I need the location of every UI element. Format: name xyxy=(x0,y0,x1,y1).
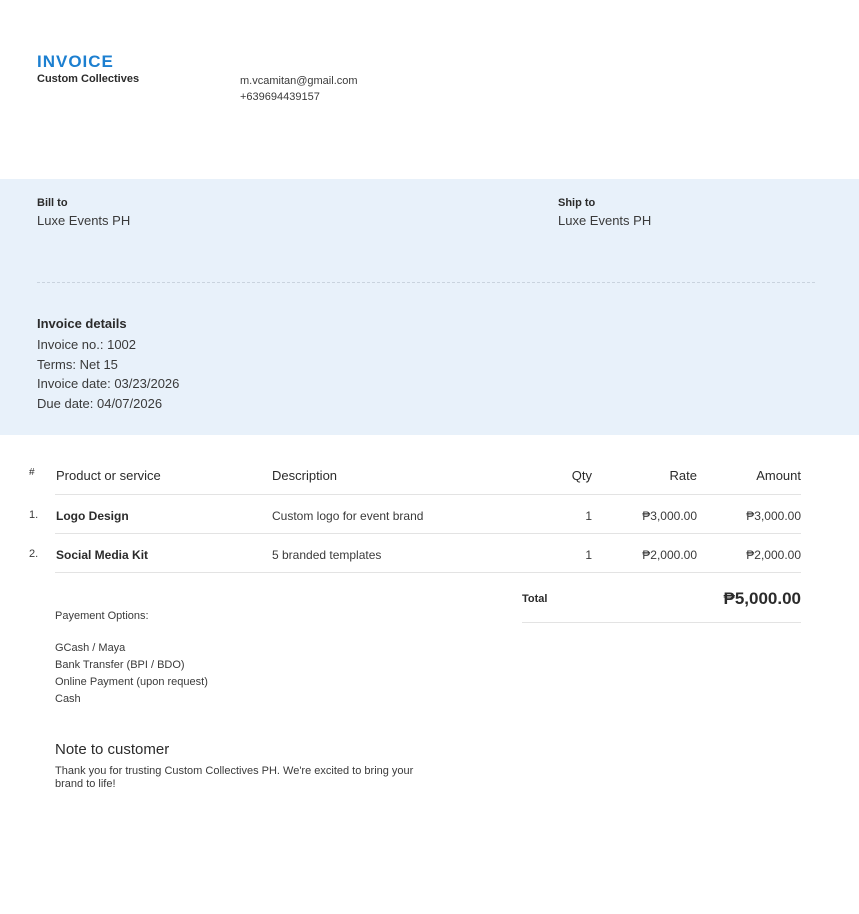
ship-to-block: Ship to Luxe Events PH xyxy=(558,197,651,228)
table-row: 2. Social Media Kit 5 branded templates … xyxy=(29,534,801,573)
row-rate: ₱2,000.00 xyxy=(642,548,697,562)
row-qty: 1 xyxy=(585,548,592,562)
header-description: Description xyxy=(272,468,338,483)
payment-option: Online Payment (upon request) xyxy=(55,676,208,688)
header-number: # xyxy=(29,467,35,478)
bill-to-label: Bill to xyxy=(37,197,68,209)
customer-note: Note to customer Thank you for trusting … xyxy=(55,741,425,791)
row-number: 1. xyxy=(29,509,39,521)
header-rate: Rate xyxy=(669,468,697,483)
payment-options-title: Payement Options: xyxy=(55,610,149,622)
note-text: Thank you for trusting Custom Collective… xyxy=(55,765,414,790)
invoice-number: Invoice no.: 1002 xyxy=(37,337,137,352)
ship-to-label: Ship to xyxy=(558,197,596,209)
due-date: Due date: 04/07/2026 xyxy=(37,395,163,411)
invoice-title: INVOICE xyxy=(37,52,114,71)
contact-phone: +639694439157 xyxy=(240,91,320,103)
bill-to-block: Bill to Luxe Events PH xyxy=(37,197,130,228)
company-name: Custom Collectives xyxy=(37,73,140,85)
row-product: Social Media Kit xyxy=(56,548,149,562)
payment-option: Bank Transfer (BPI / BDO) xyxy=(55,659,185,671)
invoice-details: Invoice details Invoice no.: 1002 Terms:… xyxy=(37,316,179,413)
invoice-details-title: Invoice details xyxy=(37,316,127,331)
invoice-date: Invoice date: 03/23/2026 xyxy=(37,376,180,391)
row-amount: ₱3,000.00 xyxy=(746,509,801,523)
row-amount: ₱2,000.00 xyxy=(746,548,801,562)
address-details-band: Bill to Luxe Events PH Ship to Luxe Even… xyxy=(0,179,859,435)
dashed-divider xyxy=(37,282,815,283)
payment-option: GCash / Maya xyxy=(55,642,126,654)
table-header: # Product or service Description Qty Rat… xyxy=(29,460,801,495)
header-product: Product or service xyxy=(56,468,161,483)
header-qty: Qty xyxy=(571,468,592,483)
contact-info: m.vcamitan@gmail.com +639694439157 xyxy=(240,73,358,105)
header-amount: Amount xyxy=(756,468,801,483)
line-items-table: # Product or service Description Qty Rat… xyxy=(0,460,859,573)
invoice-header: INVOICE Custom Collectives xyxy=(37,52,139,85)
total-label: Total xyxy=(522,593,548,605)
note-title: Note to customer xyxy=(55,741,170,758)
row-number: 2. xyxy=(29,548,39,560)
total-section: Total ₱5,000.00 xyxy=(522,589,801,623)
table-row: 1. Logo Design Custom logo for event bra… xyxy=(29,495,801,534)
payment-option: Cash xyxy=(55,693,81,705)
row-description: 5 branded templates xyxy=(272,548,382,562)
payment-options: Payement Options: GCash / Maya Bank Tran… xyxy=(55,610,208,708)
row-rate: ₱3,000.00 xyxy=(642,509,697,523)
row-product: Logo Design xyxy=(56,509,129,523)
contact-email: m.vcamitan@gmail.com xyxy=(240,75,358,87)
row-description: Custom logo for event brand xyxy=(272,509,424,523)
invoice-terms: Terms: Net 15 xyxy=(37,356,118,372)
bill-to-name: Luxe Events PH xyxy=(37,213,131,228)
row-qty: 1 xyxy=(585,509,592,523)
total-value: ₱5,000.00 xyxy=(723,589,801,608)
ship-to-name: Luxe Events PH xyxy=(558,213,652,228)
